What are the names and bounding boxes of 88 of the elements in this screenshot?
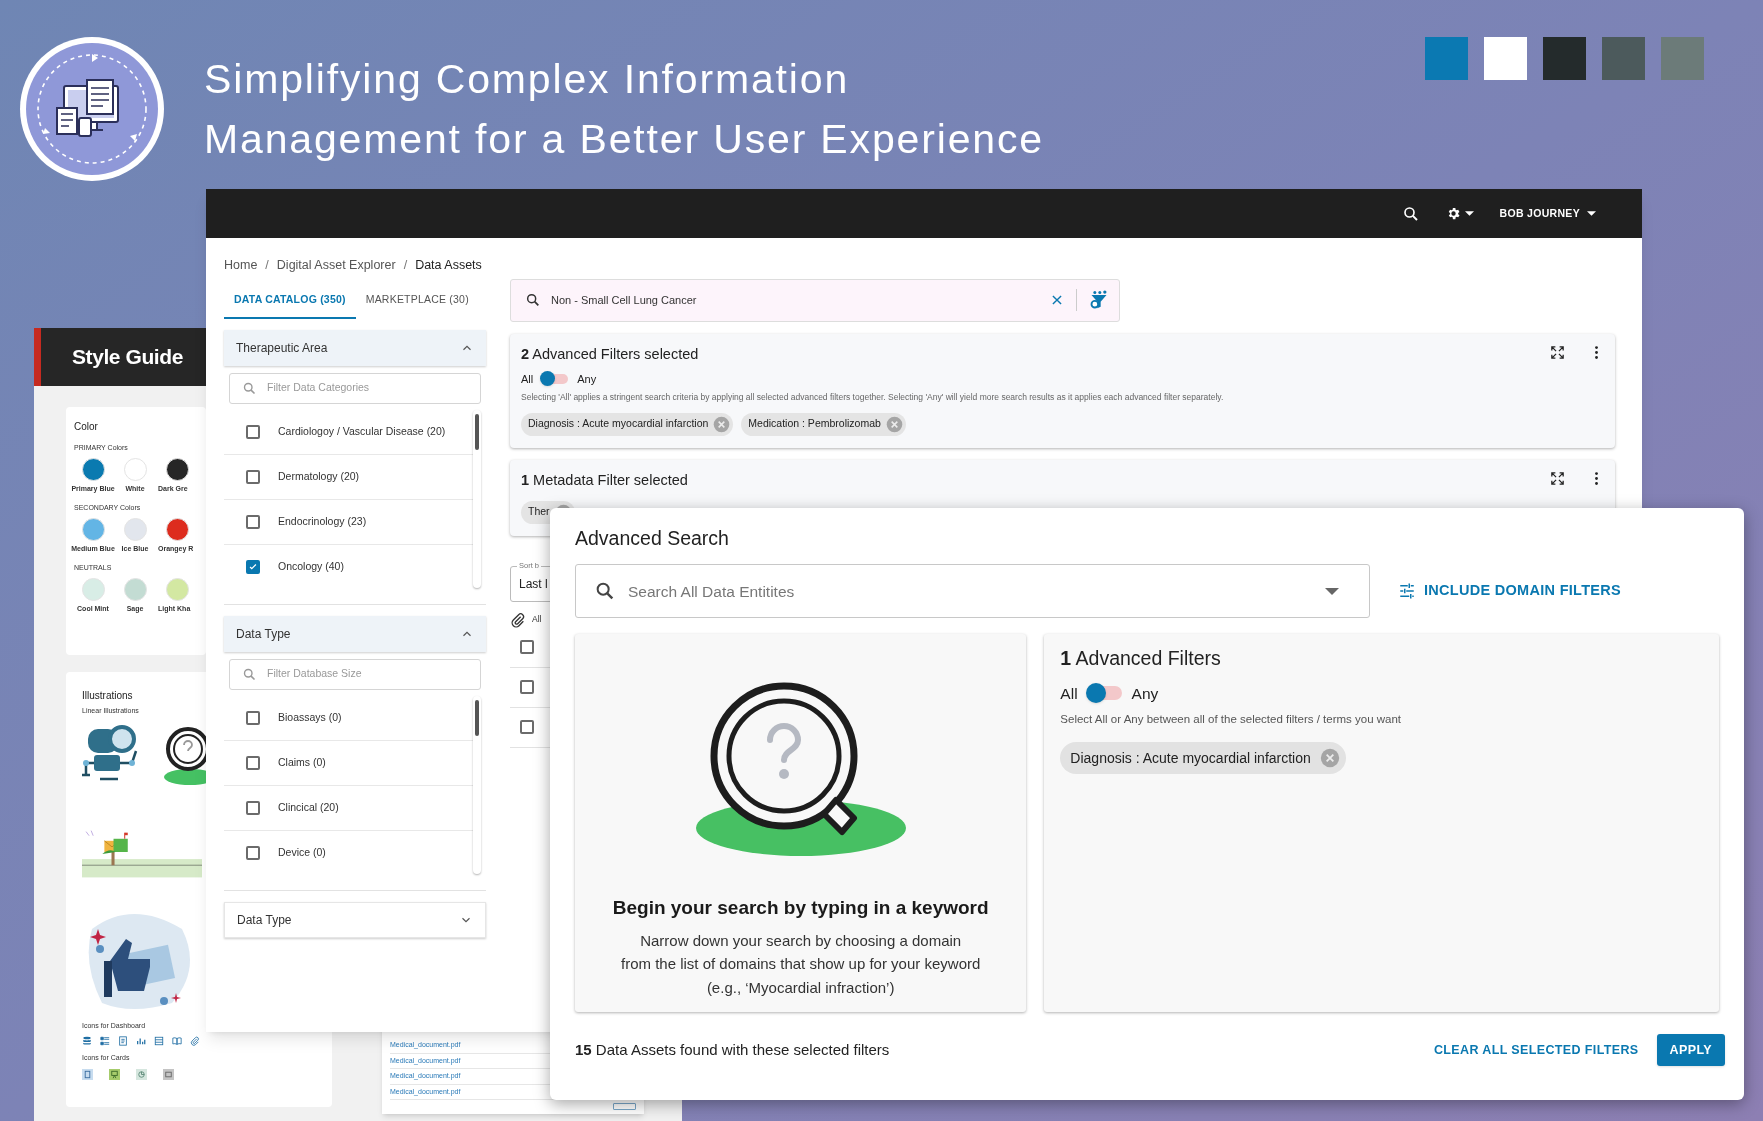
option-label: Cardiologoy / Vascular Disease (20) — [278, 423, 446, 439]
table-icon — [154, 1036, 164, 1046]
toggle-switch[interactable] — [542, 373, 569, 384]
banner-title: Management for a Better User Experience — [204, 115, 1044, 164]
filter-chip[interactable]: Medication : Pembrolizomab — [741, 412, 906, 436]
card-title: 2 Advanced Filters selected — [521, 344, 699, 364]
result-count: 15 Data Assets found with these selected filters — [575, 1040, 890, 1060]
user-menu[interactable]: BOB JOURNEY — [1499, 205, 1596, 222]
empty-state-heading: Begin your search by typing in a keyword — [612, 896, 989, 921]
option-label: Endocrinology (23) — [278, 513, 367, 529]
search-input[interactable]: Search All Data Entitites — [628, 579, 1325, 603]
option-label: Clincical (20) — [278, 799, 339, 815]
list-icon — [100, 1036, 110, 1046]
breadcrumb-link[interactable]: Digital Asset Explorer — [276, 256, 396, 275]
search-input[interactable]: Non - Small Cell Lung Cancer — [551, 292, 1050, 309]
logo-icon — [19, 36, 165, 182]
option-label: Bioassays (0) — [278, 709, 342, 725]
checkbox[interactable] — [246, 514, 260, 529]
card-title: Illustrations — [82, 689, 134, 703]
card-title: 1 Advanced Filters — [1060, 646, 1222, 672]
filter-chip[interactable]: Diagnosis : Acute myocardial infarction — [1060, 742, 1346, 774]
toggle-label: Any — [577, 371, 597, 387]
checkbox[interactable] — [246, 800, 260, 815]
option-label: Device (0) — [278, 845, 326, 861]
attachment-label: All — [532, 613, 542, 626]
checkbox[interactable] — [246, 560, 260, 575]
bar-chart-icon — [136, 1036, 146, 1046]
checkbox[interactable] — [246, 755, 260, 770]
expand-icon[interactable] — [1549, 469, 1566, 487]
filter-chip[interactable]: Diagnosis : Acute myocardial infarction — [521, 412, 734, 436]
caret-icon — [1587, 211, 1596, 216]
filter-input[interactable]: Filter Database Size — [267, 666, 447, 683]
section-header[interactable]: Data Type — [224, 615, 486, 652]
option-label: Dermatology (20) — [278, 468, 360, 484]
dialog-title: Advanced Search — [575, 526, 730, 551]
filter-note: Selecting 'All' applies a stringent search criteria by applying all selected advanced filters together. Selecting 'Any' will yield more search results as it applies each advanced filter separately. — [521, 391, 1225, 404]
checkbox[interactable] — [246, 710, 260, 725]
search-bar[interactable]: Non - Small Cell Lung Cancer — [510, 278, 1120, 322]
empty-state-text: Narrow down your search by choosing a domain from the list of domains that show up for your keyword (e.g., ‘Myocardial infraction’) — [621, 930, 981, 998]
filter-note: Select All or Any between all of the selected filters / terms you want — [1060, 711, 1403, 727]
filter-field[interactable]: Filter Database Size — [229, 658, 481, 690]
tab[interactable]: MARKETPLACE (30) — [355, 282, 479, 319]
checkbox[interactable] — [246, 846, 260, 861]
filter-input[interactable]: Filter Data Categories — [267, 380, 447, 397]
search-icon — [242, 666, 257, 682]
paperclip-icon — [510, 611, 526, 628]
document-icon — [118, 1036, 128, 1046]
search-icon — [525, 292, 541, 309]
checkbox[interactable] — [246, 469, 260, 484]
caret-icon — [1325, 587, 1339, 595]
checkbox[interactable] — [520, 720, 534, 734]
toggle-label: All — [1060, 683, 1078, 704]
toggle-switch[interactable] — [1087, 686, 1122, 701]
expand-icon[interactable] — [1549, 343, 1566, 361]
option-label: Claims (0) — [278, 754, 326, 770]
section-header[interactable]: Data Type — [224, 901, 486, 938]
checkbox[interactable] — [520, 680, 534, 694]
caret-icon — [1464, 211, 1474, 216]
dialog-button[interactable] — [613, 1103, 636, 1110]
style-guide-title: Style Guide — [72, 344, 183, 371]
card-title: 1 Metadata Filter selected — [521, 470, 688, 490]
apply-button[interactable]: APPLY — [1656, 1034, 1725, 1067]
book-icon — [172, 1036, 182, 1046]
toggle-label: All — [521, 371, 534, 387]
toggle-label: Any — [1131, 683, 1159, 704]
include-domain-filters-button[interactable]: INCLUDE DOMAIN FILTERS — [1398, 580, 1622, 603]
breadcrumb-current: Data Assets — [415, 257, 482, 274]
filter-icon[interactable] — [1089, 290, 1109, 311]
breadcrumb-separator: / — [265, 257, 269, 274]
option-label: Oncology (40) — [278, 559, 344, 575]
search-field[interactable]: Search All Data Entitites — [575, 564, 1370, 619]
tab[interactable]: DATA CATALOG (350) — [224, 282, 356, 319]
section-header[interactable]: Therapeutic Area — [224, 329, 486, 366]
breadcrumb-separator: / — [403, 257, 408, 274]
sliders-icon — [1398, 582, 1416, 601]
easel-icon — [109, 1068, 120, 1080]
database-icon — [82, 1036, 92, 1046]
search-icon — [242, 380, 257, 396]
image-icon — [163, 1068, 174, 1080]
filter-field[interactable]: Filter Data Categories — [229, 372, 481, 404]
banner-title: Simplifying Complex Information — [204, 55, 851, 104]
checkbox[interactable] — [246, 424, 260, 439]
clear-filters-button[interactable]: CLEAR ALL SELECTED FILTERS — [1427, 1034, 1645, 1067]
card-title: Color — [74, 420, 99, 434]
checkbox[interactable] — [520, 640, 534, 654]
search-icon[interactable] — [1401, 204, 1420, 223]
breadcrumb-link[interactable]: Home — [224, 256, 258, 275]
pie-chart-icon — [136, 1068, 147, 1080]
